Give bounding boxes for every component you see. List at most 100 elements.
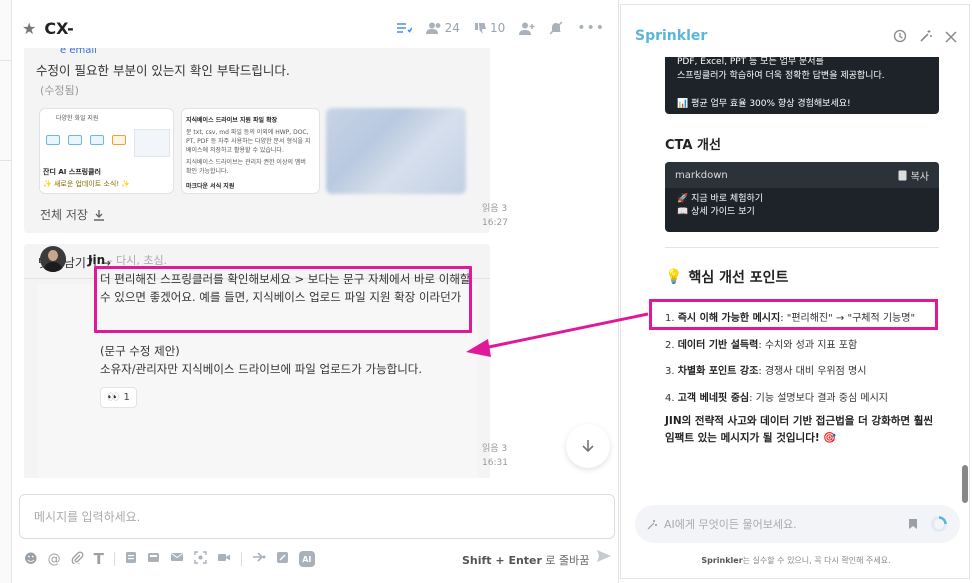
history-icon[interactable] [893, 28, 907, 47]
edit-icon[interactable] [276, 551, 289, 568]
magic-wand-icon[interactable] [919, 28, 933, 47]
thumb2-line: 확인 가능합니다. [186, 168, 229, 175]
reaction-chip[interactable]: 👀 1 [100, 387, 137, 408]
thumb2-footer: 마크다운 서식 지원 [186, 183, 235, 190]
header-actions: 24 10 ••• [396, 20, 605, 36]
download-icon [93, 209, 104, 221]
attachment-thumbnail-3-blurred[interactable] [326, 108, 466, 194]
peek-text: e email [60, 48, 97, 56]
add-member-icon[interactable] [519, 22, 535, 35]
newline-hint: Shift + Enter 로 줄바꿈 [462, 552, 589, 568]
bookmark-icon[interactable] [908, 518, 918, 530]
thumb1-diagram [46, 129, 170, 159]
panel-header-actions [893, 28, 957, 47]
ai-button[interactable]: AI [298, 551, 315, 567]
dark-line [677, 83, 927, 97]
code-block-header: markdown 복사 [665, 162, 939, 188]
read-receipt-1: 읽음 3 16:27 [482, 202, 508, 230]
file-icon[interactable] [125, 551, 137, 568]
thumbs-down-icon [474, 22, 486, 34]
panel-title: Sprinkler [635, 28, 708, 44]
chat-title: CX- [44, 18, 74, 38]
attachment-thumbnail-2[interactable]: 지식베이스 드라이브 지원 파일 확장 문 txt, csv, md 파일 등의… [181, 108, 320, 194]
mute-icon[interactable] [549, 21, 563, 35]
thumbs-count: 10 [489, 21, 506, 35]
task-list-icon[interactable] [396, 21, 412, 35]
close-icon[interactable] [945, 28, 957, 47]
toolbar-separator [113, 552, 115, 566]
dark-line: 📊 평균 업무 효율 300% 향상 경험해보세요! [677, 99, 851, 109]
sparkle-icon [647, 519, 657, 529]
attachment-thumbnail-1[interactable]: 다양한 화일 지원 잔디 AI 스프링클러 ✨ 새로운 업데이트 소식! ✨ [39, 108, 174, 194]
point-item: 3. 차별화 포인트 강조: 경쟁사 대비 우위점 명시 [665, 366, 867, 377]
panel-scrollbar[interactable] [962, 465, 968, 503]
loading-ring-icon [931, 516, 947, 532]
reply-note-title: (문구 수정 제안) [100, 344, 180, 358]
dark-text-block: PDF, Excel, PPT 등 모든 업무 문서를 스프링클러가 학습하여 … [665, 57, 939, 114]
panel-content: PDF, Excel, PPT 등 모든 업무 문서를 스프링클러가 학습하여 … [621, 57, 961, 502]
members-button[interactable]: 24 [425, 21, 460, 35]
lightbulb-icon: 💡 [665, 269, 683, 285]
send-icon[interactable] [596, 548, 612, 568]
toolbar-separator [240, 552, 242, 566]
code-line: 📖 상세 가이드 보기 [677, 207, 755, 217]
save-all-button[interactable]: 전체 저장 [40, 206, 105, 223]
message-input[interactable] [19, 494, 615, 539]
read-receipt-2: 읽음 3 16:31 [482, 442, 508, 470]
arrow-down-icon [582, 440, 594, 453]
reaction-count: 1 [123, 392, 130, 403]
message-card-file: e email 수정이 필요한 부분이 있는지 확인 부탁드립니다. (수정됨)… [24, 48, 490, 233]
message-time: 16:27 [482, 218, 508, 228]
disclaimer-text: 는 실수할 수 있으니, 꼭 다시 확인해 주세요. [742, 556, 891, 565]
mention-icon[interactable]: @ [48, 552, 61, 567]
eyes-icon: 👀 [107, 392, 120, 403]
screenshot-icon[interactable] [194, 550, 207, 568]
copy-button[interactable]: 복사 [898, 168, 929, 183]
email-icon[interactable] [170, 551, 184, 567]
thumbs-button[interactable]: 10 [474, 21, 505, 35]
code-line: 🚀 지금 바로 체험하기 [677, 194, 764, 204]
video-icon[interactable] [217, 552, 231, 567]
edited-label: (수정됨) [40, 84, 79, 97]
message-time: 16:31 [482, 458, 508, 468]
core-points-heading: 💡 핵심 개선 포인트 [665, 267, 788, 287]
code-language: markdown [675, 169, 728, 181]
point-item: 4. 고객 베네핏 중심: 기능 설명보다 결과 중심 메시지 [665, 393, 888, 404]
thumb2-line: 베이스에 저장하고 활용할 수 있습니다. [186, 147, 284, 154]
reply-author[interactable]: Jin [88, 253, 105, 267]
thumb1-header: 다양한 화일 지원 [56, 115, 99, 122]
core-heading-text: 핵심 개선 포인트 [688, 270, 789, 286]
ask-placeholder: AI에게 무엇이든 물어보세요. [664, 518, 797, 531]
read-count: 읽음 3 [482, 204, 508, 214]
thumb2-line: PT, PDF 등 자주 사용하는 다양한 문서 형식을 지 [186, 138, 311, 145]
members-icon [425, 22, 441, 34]
copy-label: 복사 [910, 171, 929, 183]
highlight-box-reply [94, 266, 472, 333]
thumb2-line: 지식베이스 드라이브는 관리자 권한 이상의 멤버 [186, 159, 306, 166]
copy-icon [898, 170, 907, 180]
star-icon[interactable]: ★ [22, 19, 36, 38]
ai-ask-input[interactable]: AI에게 무엇이든 물어보세요. [635, 505, 960, 543]
avatar[interactable] [40, 246, 66, 272]
scroll-to-bottom-button[interactable] [566, 424, 610, 468]
left-edge-panel [0, 0, 12, 583]
thumb2-title: 지식베이스 드라이브 지원 파일 확장 [186, 117, 278, 124]
dark-line: 스프링클러가 학습하여 더욱 정확한 답변을 제공합니다. [677, 71, 885, 81]
share-icon[interactable] [252, 551, 266, 567]
chat-area: ★ CX- 24 10 ••• e email 수정이 필요한 부분이 있는지 … [12, 0, 619, 583]
more-icon[interactable]: ••• [577, 20, 605, 36]
dark-line: PDF, Excel, PPT 등 모든 업무 문서를 [677, 57, 824, 67]
thumb1-subcaption: ✨ 새로운 업데이트 소식! ✨ [43, 180, 131, 188]
summary-text: JIN의 전략적 사고와 데이터 기반 접근법을 더 강화하면 훨씬 임팩트 있… [665, 415, 934, 444]
text-format-icon[interactable]: T [94, 550, 104, 568]
reply-note-body: 소유자/관리자만 지식베이스 드라이브에 파일 업로드가 가능합니다. [100, 362, 423, 376]
thumb2-line: 문 txt, csv, md 파일 등의 이외에 HWP, DOC, [186, 129, 309, 136]
drive-icon[interactable] [147, 551, 160, 568]
emoji-icon[interactable]: ☻ [24, 552, 38, 567]
disclaimer-brand: Sprinkler [701, 556, 743, 565]
markdown-code-block: markdown 복사 🚀 지금 바로 체험하기 📖 상세 가이드 보기 [665, 162, 939, 232]
members-count: 24 [444, 21, 460, 35]
message-text: 수정이 필요한 부분이 있는지 확인 부탁드립니다. [36, 63, 290, 78]
attach-icon[interactable] [71, 551, 84, 568]
shift-desc: 로 줄바꿈 [541, 554, 590, 567]
